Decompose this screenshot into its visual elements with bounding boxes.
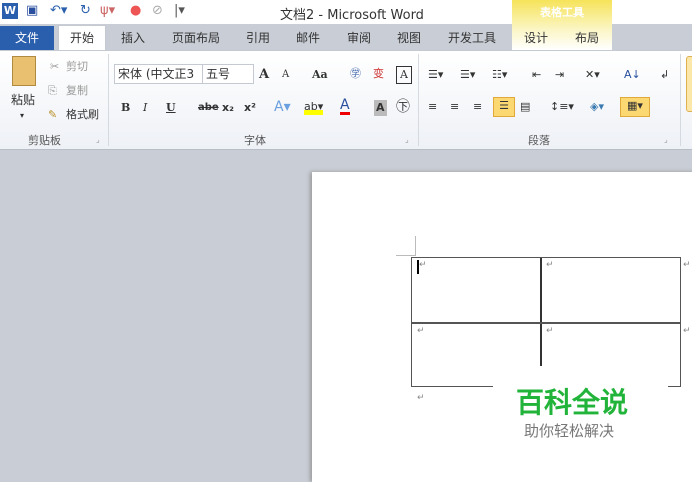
italic-button[interactable]: I xyxy=(143,100,147,116)
cell-mark: ↵ xyxy=(546,260,554,270)
justify-icon[interactable]: ☰ xyxy=(493,97,515,117)
tab-developer[interactable]: 开发工具 xyxy=(448,29,496,46)
line-spacing-icon[interactable]: ↕≡▾ xyxy=(550,99,574,115)
watermark-title: 百科全说 xyxy=(516,386,629,419)
font-size-select[interactable]: 五号 xyxy=(202,64,254,84)
cell-mark: ↵ xyxy=(419,260,427,270)
table-row-border xyxy=(412,322,680,324)
highlight-icon[interactable]: ab▾ xyxy=(304,99,324,115)
enclose-char-icon[interactable]: A xyxy=(396,66,412,84)
redo-icon[interactable]: ↻ xyxy=(80,3,91,19)
change-case-button[interactable]: Aa xyxy=(312,67,328,83)
text-effects-icon[interactable]: A▾ xyxy=(274,99,291,115)
clipboard-group-label: 剪贴板 xyxy=(28,134,61,147)
save-icon[interactable]: ▣ xyxy=(26,3,38,19)
character-border-icon[interactable]: 变 xyxy=(373,66,384,82)
bold-button[interactable]: B xyxy=(121,100,130,116)
paste-dropdown-icon[interactable]: ▾ xyxy=(20,108,24,124)
grow-font-button[interactable]: A xyxy=(259,67,269,83)
tab-home[interactable]: 开始 xyxy=(58,25,106,51)
divider xyxy=(418,54,419,146)
undo-icon[interactable]: ↶▾ xyxy=(50,3,67,19)
paragraph-group-label: 段落 xyxy=(528,134,550,147)
tab-file[interactable]: 文件 xyxy=(0,26,54,50)
row-end-mark: ↵ xyxy=(683,260,691,270)
drawing-tools-icon[interactable]: ψ▾ xyxy=(100,3,115,19)
cut-button[interactable]: 剪切 xyxy=(66,59,88,75)
align-center-icon[interactable]: ≡ xyxy=(450,99,459,115)
font-group-label: 字体 xyxy=(244,134,266,147)
table-tools-title: 表格工具 xyxy=(540,6,584,19)
decrease-indent-icon[interactable]: ⇤ xyxy=(532,67,541,83)
numbering-icon[interactable]: ☰▾ xyxy=(460,67,475,83)
row-end-mark: ↵ xyxy=(683,326,691,336)
chinese-layout-icon[interactable]: ✕▾ xyxy=(585,67,600,83)
format-painter-icon: ✎ xyxy=(48,108,58,121)
character-shading-icon[interactable]: A xyxy=(374,100,387,116)
bullets-icon[interactable]: ☰▾ xyxy=(428,67,443,83)
increase-indent-icon[interactable]: ⇥ xyxy=(555,67,564,83)
eraser-icon[interactable]: ⊘ xyxy=(152,3,163,19)
tab-review[interactable]: 审阅 xyxy=(347,29,371,46)
multilevel-list-icon[interactable]: ☷▾ xyxy=(492,67,507,83)
enclose-characters-icon[interactable]: ㊦ xyxy=(396,99,410,115)
cut-icon: ✂ xyxy=(50,60,60,73)
customize-toolbar-icon[interactable]: |▾ xyxy=(174,3,185,19)
paragraph-mark: ↵ xyxy=(417,393,425,403)
tab-mailings[interactable]: 邮件 xyxy=(296,29,320,46)
sort-icon[interactable]: A↓ xyxy=(624,67,641,83)
paste-button[interactable]: 粘贴 xyxy=(11,92,35,108)
superscript-button[interactable]: x² xyxy=(244,100,256,116)
strikethrough-button[interactable]: abe xyxy=(198,100,219,116)
underline-button[interactable]: U xyxy=(166,100,176,116)
distributed-icon[interactable]: ▤ xyxy=(520,99,530,115)
table-column-border xyxy=(540,258,542,366)
styles-gallery[interactable] xyxy=(686,56,692,112)
show-marks-icon[interactable]: ↲ xyxy=(660,67,669,83)
align-left-icon[interactable]: ≡ xyxy=(428,99,437,115)
divider xyxy=(680,54,681,146)
font-color-icon[interactable]: A xyxy=(340,98,350,115)
cell-mark: ↵ xyxy=(417,326,425,336)
clipboard-launcher-icon[interactable]: ⌟ xyxy=(96,132,100,148)
watermark-subtitle: 助你轻松解决 xyxy=(524,422,615,440)
subscript-button[interactable]: x₂ xyxy=(222,100,234,116)
paste-icon[interactable] xyxy=(12,56,36,86)
paragraph-launcher-icon[interactable]: ⌟ xyxy=(664,132,668,148)
font-name-select[interactable]: 宋体 (中文正3 xyxy=(114,64,203,84)
tab-view[interactable]: 视图 xyxy=(397,29,421,46)
shrink-font-button[interactable]: A xyxy=(282,67,289,83)
table[interactable] xyxy=(411,257,681,387)
color-wheel-icon[interactable]: ● xyxy=(130,3,141,19)
copy-icon: ⎘ xyxy=(48,84,57,97)
window-title: 文档2 - Microsoft Word xyxy=(280,8,424,23)
tab-design[interactable]: 设计 xyxy=(524,29,548,46)
font-launcher-icon[interactable]: ⌟ xyxy=(405,132,409,148)
borders-icon[interactable]: ▦▾ xyxy=(620,97,650,117)
divider xyxy=(108,54,109,146)
tab-references[interactable]: 引用 xyxy=(246,29,270,46)
tab-table-layout[interactable]: 布局 xyxy=(575,29,599,46)
font-name-value: 宋体 (中文正3 xyxy=(118,67,195,81)
phonetic-guide-icon[interactable]: ㊫ xyxy=(350,66,361,82)
tab-page-layout[interactable]: 页面布局 xyxy=(172,29,220,46)
corner-crop-mark xyxy=(396,236,416,256)
copy-button[interactable]: 复制 xyxy=(66,83,88,99)
font-size-value: 五号 xyxy=(206,67,231,81)
shading-icon[interactable]: ◈▾ xyxy=(590,99,604,115)
word-icon: W xyxy=(2,3,18,19)
align-right-icon[interactable]: ≡ xyxy=(473,99,482,115)
tab-insert[interactable]: 插入 xyxy=(121,29,145,46)
format-painter-button[interactable]: 格式刷 xyxy=(66,107,99,123)
cell-mark: ↵ xyxy=(546,326,554,336)
